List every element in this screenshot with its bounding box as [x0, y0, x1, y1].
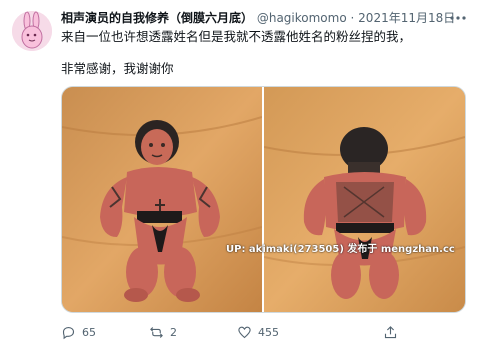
like-count: 455 — [258, 325, 279, 339]
reply-icon — [62, 326, 75, 339]
media-watermark: UP: akimaki(273505) 发布于 mengzhan.cc — [226, 244, 455, 255]
avatar[interactable] — [12, 11, 52, 51]
share-button[interactable] — [383, 318, 398, 346]
tweet-text-line-2: 非常感谢，我谢谢你 — [61, 61, 174, 76]
retweet-icon — [150, 326, 163, 338]
bunny-avatar-icon — [12, 11, 52, 51]
author-name[interactable]: 相声演员的自我修养（倒膜六月底） — [61, 11, 253, 25]
retweet-button[interactable]: 2 — [149, 318, 177, 346]
tweet-text-line-1: 来自一位也许想透露姓名但是我就不透露他姓名的粉丝捏的我， — [61, 29, 412, 44]
retweet-count: 2 — [170, 325, 177, 339]
heart-icon — [238, 326, 251, 338]
like-button[interactable]: 455 — [237, 318, 279, 346]
share-icon — [384, 325, 397, 338]
action-bar: 65 2 455 — [61, 318, 464, 346]
reply-count: 65 — [82, 325, 96, 339]
more-icon[interactable] — [448, 10, 468, 26]
photo-clay-figure-back[interactable] — [264, 87, 465, 312]
photo-clay-figure-front[interactable] — [62, 87, 262, 312]
header-separator: · — [350, 11, 355, 25]
tweet-date[interactable]: 2021年11月18日 — [358, 11, 455, 25]
author-handle[interactable]: @hagikomomo — [257, 11, 347, 25]
reply-button[interactable]: 65 — [61, 318, 96, 346]
tweet[interactable]: 相声演员的自我修养（倒膜六月底） @hagikomomo · 2021年11月1… — [0, 0, 478, 353]
tweet-header: 相声演员的自我修养（倒膜六月底） @hagikomomo · 2021年11月1… — [61, 10, 455, 26]
tweet-media[interactable]: UP: akimaki(273505) 发布于 mengzhan.cc — [61, 86, 466, 313]
